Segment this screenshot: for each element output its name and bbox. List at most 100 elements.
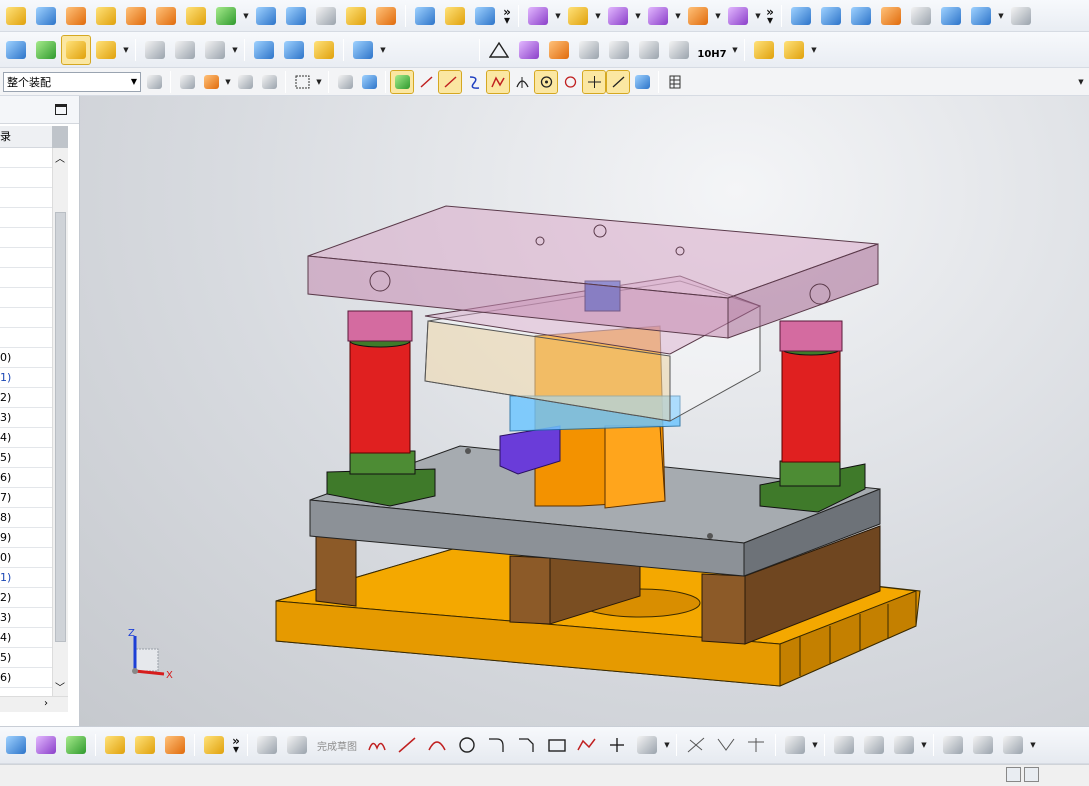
navigator-row[interactable]: 8) xyxy=(0,508,52,528)
navigator-vertical-scrollbar[interactable]: ︿ ﹀ xyxy=(52,148,68,696)
hole-dropdown-arrow[interactable]: ▼ xyxy=(231,46,239,54)
assembly-scope-select[interactable]: 整个装配 ▼ xyxy=(3,71,141,92)
navigator-row[interactable] xyxy=(0,328,52,348)
freeform-icon[interactable] xyxy=(787,2,815,30)
resize-dropdown-arrow[interactable]: ▼ xyxy=(674,12,682,20)
replace-face-icon[interactable] xyxy=(564,2,592,30)
rectangle-icon[interactable] xyxy=(543,731,571,759)
navigator-row[interactable]: 5) xyxy=(0,448,52,468)
sketch-icon[interactable] xyxy=(258,71,280,93)
block-icon[interactable] xyxy=(252,2,280,30)
text-icon[interactable] xyxy=(92,36,120,64)
hole-icon[interactable] xyxy=(201,36,229,64)
grid-snap-icon[interactable] xyxy=(200,71,222,93)
open-part-icon[interactable] xyxy=(32,2,60,30)
mirror-curve-icon[interactable] xyxy=(860,731,888,759)
sections-icon[interactable] xyxy=(575,36,603,64)
delete-face-dropdown-arrow[interactable]: ▼ xyxy=(634,12,642,20)
mid-snap-icon[interactable] xyxy=(486,69,510,94)
row1-more-chevron[interactable]: » ▾ xyxy=(501,6,513,26)
save-part-icon[interactable] xyxy=(62,2,90,30)
constraints-icon[interactable] xyxy=(890,731,918,759)
constraint-bottom-icon[interactable] xyxy=(62,731,90,759)
relation-icon[interactable] xyxy=(234,71,256,93)
navigator-row[interactable] xyxy=(0,308,52,328)
bottom-more-chevron[interactable]: » ▾ xyxy=(230,735,242,755)
studio-spline-icon[interactable] xyxy=(633,731,661,759)
selection-bar-overflow-arrow[interactable]: ▼ xyxy=(1077,78,1085,86)
point-icon[interactable] xyxy=(603,731,631,759)
curve-icon[interactable] xyxy=(141,36,169,64)
navigator-row[interactable]: 5) xyxy=(0,648,52,668)
fit-dropdown-arrow[interactable]: ▼ xyxy=(731,46,739,54)
surface-blend-icon[interactable] xyxy=(967,2,995,30)
circle-icon[interactable] xyxy=(453,731,481,759)
maximize-icon[interactable] xyxy=(55,104,67,115)
blocks-icon[interactable] xyxy=(750,36,778,64)
convert-icon[interactable] xyxy=(999,731,1027,759)
dimension-icon[interactable] xyxy=(665,36,693,64)
polygon-icon[interactable] xyxy=(573,731,601,759)
assembly-nav-icon[interactable] xyxy=(32,731,60,759)
hammer-icon[interactable] xyxy=(32,36,60,64)
navigator-row[interactable]: 0) xyxy=(0,348,52,368)
layer-icon[interactable] xyxy=(664,71,686,93)
line-snap-icon[interactable] xyxy=(415,71,437,93)
blocks-bottom-icon[interactable] xyxy=(161,731,189,759)
quad-snap-icon[interactable] xyxy=(559,71,581,93)
move-icon[interactable] xyxy=(2,731,30,759)
profile-icon[interactable] xyxy=(363,731,391,759)
navigator-row[interactable]: 2) xyxy=(0,388,52,408)
grid-status-icon[interactable] xyxy=(1006,767,1021,782)
studio-icon[interactable] xyxy=(817,2,845,30)
assembly-icon[interactable] xyxy=(780,36,808,64)
datum-icon[interactable] xyxy=(212,2,240,30)
offset-curve-dropdown-arrow[interactable]: ▼ xyxy=(811,741,819,749)
navigator-row[interactable]: 3) xyxy=(0,408,52,428)
fit-icon[interactable]: 10H7 xyxy=(695,36,729,64)
new-part-icon[interactable] xyxy=(2,2,30,30)
styled-icon[interactable] xyxy=(937,2,965,30)
spring-icon[interactable] xyxy=(280,36,308,64)
constraints-dropdown-arrow[interactable]: ▼ xyxy=(920,741,928,749)
row1-more-chevron-2[interactable]: » ▾ xyxy=(764,6,776,26)
navigator-row[interactable] xyxy=(0,168,52,188)
constraint-icon[interactable] xyxy=(143,71,165,93)
tangent-snap-icon[interactable] xyxy=(511,71,533,93)
face-curve-icon[interactable] xyxy=(171,36,199,64)
chevron-down-icon[interactable]: ﹀ xyxy=(55,679,65,694)
delete-face-icon[interactable] xyxy=(604,2,632,30)
text-dropdown-arrow[interactable]: ▼ xyxy=(122,46,130,54)
law-icon[interactable] xyxy=(877,2,905,30)
scan-icon[interactable] xyxy=(1007,2,1035,30)
brush-icon[interactable] xyxy=(635,36,663,64)
point-snap-icon[interactable] xyxy=(390,69,414,94)
mirror-icon[interactable] xyxy=(684,2,712,30)
sheet-icon[interactable] xyxy=(312,2,340,30)
navigator-row[interactable]: 7) xyxy=(0,488,52,508)
unite-icon[interactable] xyxy=(182,2,210,30)
navigator-column-header[interactable]: 录 xyxy=(0,126,52,148)
grid-icon[interactable] xyxy=(545,36,573,64)
select-box-dropdown-arrow[interactable]: ▼ xyxy=(315,78,323,86)
navigator-row[interactable] xyxy=(0,248,52,268)
chamfer-icon[interactable] xyxy=(513,731,541,759)
convert-dropdown-arrow[interactable]: ▼ xyxy=(1029,741,1037,749)
arrow-snap-icon[interactable] xyxy=(176,71,198,93)
view-icon[interactable] xyxy=(631,71,653,93)
resize-icon[interactable] xyxy=(644,2,672,30)
curve-snap-icon[interactable] xyxy=(463,71,485,93)
arc-icon[interactable] xyxy=(423,731,451,759)
surface-icon[interactable] xyxy=(282,2,310,30)
trim-icon[interactable] xyxy=(682,731,710,759)
navigator-row[interactable]: 1) xyxy=(0,568,52,588)
replace-face-dropdown-arrow[interactable]: ▼ xyxy=(594,12,602,20)
add-component-icon[interactable] xyxy=(101,731,129,759)
analysis-icon[interactable] xyxy=(2,36,30,64)
body-filter-icon[interactable] xyxy=(358,71,380,93)
navigator-row[interactable]: 4) xyxy=(0,628,52,648)
swoop-icon[interactable] xyxy=(847,2,875,30)
navigator-row[interactable] xyxy=(0,188,52,208)
navigator-row[interactable] xyxy=(0,148,52,168)
mirror-dropdown-arrow[interactable]: ▼ xyxy=(714,12,722,20)
